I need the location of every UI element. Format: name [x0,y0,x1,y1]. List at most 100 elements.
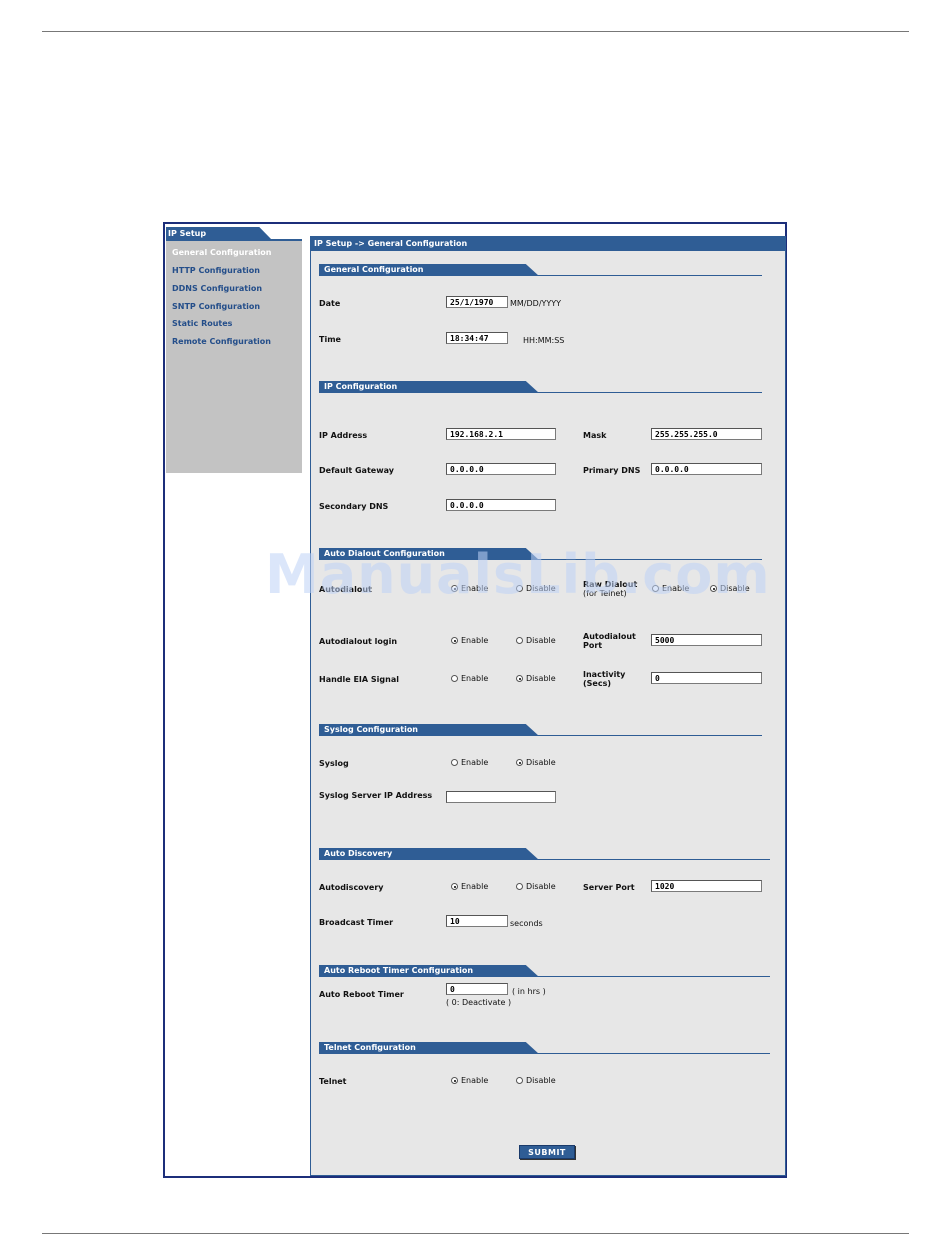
section-underline [319,392,762,393]
telnet-disable-radio[interactable]: Disable [516,1076,556,1086]
syslog-label: Syslog [319,759,349,768]
autodialout-login-enable-radio[interactable]: Enable [451,636,488,646]
sidebar-item-remote-configuration[interactable]: Remote Configuration [172,337,271,346]
time-input[interactable]: 18:34:47 [446,332,508,344]
syslog-server-ip-input[interactable] [446,791,556,803]
radio-label: Disable [526,882,556,891]
default-gateway-input[interactable]: 0.0.0.0 [446,463,556,475]
secondary-dns-label: Secondary DNS [319,502,389,511]
section-underline [319,559,762,560]
radio-unselected-icon [451,759,458,766]
radio-unselected-icon [652,585,659,592]
autodiscovery-disable-radio[interactable]: Disable [516,882,556,892]
handle-eia-signal-label: Handle EIA Signal [319,675,399,684]
broadcast-timer-label: Broadcast Timer [319,918,394,927]
default-gateway-label: Default Gateway [319,466,394,475]
section-underline [319,859,770,860]
radio-unselected-icon [516,585,523,592]
submit-button[interactable]: SUBMIT [519,1145,575,1159]
top-rule [42,31,909,32]
date-format-hint: MM/DD/YYYY [510,299,562,308]
radio-selected-icon [451,1077,458,1084]
sidebar: General Configuration HTTP Configuration… [166,241,302,473]
auto-reboot-timer-unit: ( in hrs ) [512,987,546,996]
sidebar-item-static-routes[interactable]: Static Routes [172,319,232,328]
ip-address-input[interactable]: 192.168.2.1 [446,428,556,440]
date-input[interactable]: 25/1/1970 [446,296,508,308]
raw-dialout-label: Raw Dialout [583,580,638,589]
radio-label: Enable [461,882,489,891]
date-label: Date [319,299,341,308]
radio-label: Enable [461,758,489,767]
section-underline [319,275,762,276]
autodialout-label: Autodialout [319,585,372,594]
ip-address-label: IP Address [319,431,368,440]
radio-label: Disable [526,636,556,645]
radio-label: Disable [526,1076,556,1085]
telnet-enable-radio[interactable]: Enable [451,1076,488,1086]
raw-dialout-disable-radio[interactable]: Disable [710,584,750,594]
section-underline [319,1053,770,1054]
radio-selected-icon [451,585,458,592]
syslog-disable-radio[interactable]: Disable [516,758,556,768]
radio-label: Enable [662,584,690,593]
inactivity-label-line2: (Secs) [583,679,612,688]
radio-unselected-icon [516,883,523,890]
sidebar-item-sntp-configuration[interactable]: SNTP Configuration [172,302,260,311]
section-underline [319,976,770,977]
time-label: Time [319,335,341,344]
mask-label: Mask [583,431,607,440]
mask-input[interactable]: 255.255.255.0 [651,428,762,440]
radio-selected-icon [710,585,717,592]
radio-selected-icon [516,759,523,766]
autodialout-port-label-line2: Port [583,641,603,650]
primary-dns-input[interactable]: 0.0.0.0 [651,463,762,475]
radio-unselected-icon [516,1077,523,1084]
radio-unselected-icon [516,637,523,644]
auto-reboot-timer-label: Auto Reboot Timer [319,990,404,999]
server-port-input[interactable]: 1020 [651,880,762,892]
bottom-rule [42,1233,909,1234]
raw-dialout-sublabel: (for Telnet) [583,589,627,598]
radio-selected-icon [451,883,458,890]
radio-label: Enable [461,584,489,593]
section-underline [319,735,762,736]
primary-dns-label: Primary DNS [583,466,641,475]
broadcast-timer-input[interactable]: 10 [446,915,508,927]
auto-reboot-timer-note: ( 0: Deactivate ) [446,998,512,1007]
eia-enable-radio[interactable]: Enable [451,674,488,684]
sidebar-item-ddns-configuration[interactable]: DDNS Configuration [172,284,262,293]
time-format-hint: HH:MM:SS [523,336,565,345]
autodialout-login-disable-radio[interactable]: Disable [516,636,556,646]
radio-selected-icon [516,675,523,682]
autodiscovery-enable-radio[interactable]: Enable [451,882,488,892]
eia-disable-radio[interactable]: Disable [516,674,556,684]
server-port-label: Server Port [583,883,635,892]
sidebar-item-general-configuration[interactable]: General Configuration [172,248,272,257]
main-panel: IP Setup -> General Configuration Genera… [310,236,786,1176]
autodialout-login-label: Autodialout login [319,637,398,646]
page-title: IP Setup -> General Configuration [311,237,785,251]
radio-label: Enable [461,1076,489,1085]
radio-label: Enable [461,674,489,683]
screenshot-frame: IP Setup General Configuration HTTP Conf… [163,222,787,1178]
sidebar-item-http-configuration[interactable]: HTTP Configuration [172,266,260,275]
radio-selected-icon [451,637,458,644]
autodialout-disable-radio[interactable]: Disable [516,584,556,594]
autodialout-enable-radio[interactable]: Enable [451,584,488,594]
autodialout-port-input[interactable]: 5000 [651,634,762,646]
radio-label: Disable [526,758,556,767]
secondary-dns-input[interactable]: 0.0.0.0 [446,499,556,511]
broadcast-timer-unit: seconds [510,919,543,928]
inactivity-input[interactable]: 0 [651,672,762,684]
autodiscovery-label: Autodiscovery [319,883,384,892]
autodialout-port-label: Autodialout [583,632,636,641]
radio-label: Disable [526,584,556,593]
auto-reboot-timer-input[interactable]: 0 [446,983,508,995]
radio-label: Enable [461,636,489,645]
raw-dialout-enable-radio[interactable]: Enable [652,584,689,594]
syslog-enable-radio[interactable]: Enable [451,758,488,768]
telnet-label: Telnet [319,1077,347,1086]
radio-label: Disable [720,584,750,593]
syslog-server-ip-label: Syslog Server IP Address [319,791,433,800]
